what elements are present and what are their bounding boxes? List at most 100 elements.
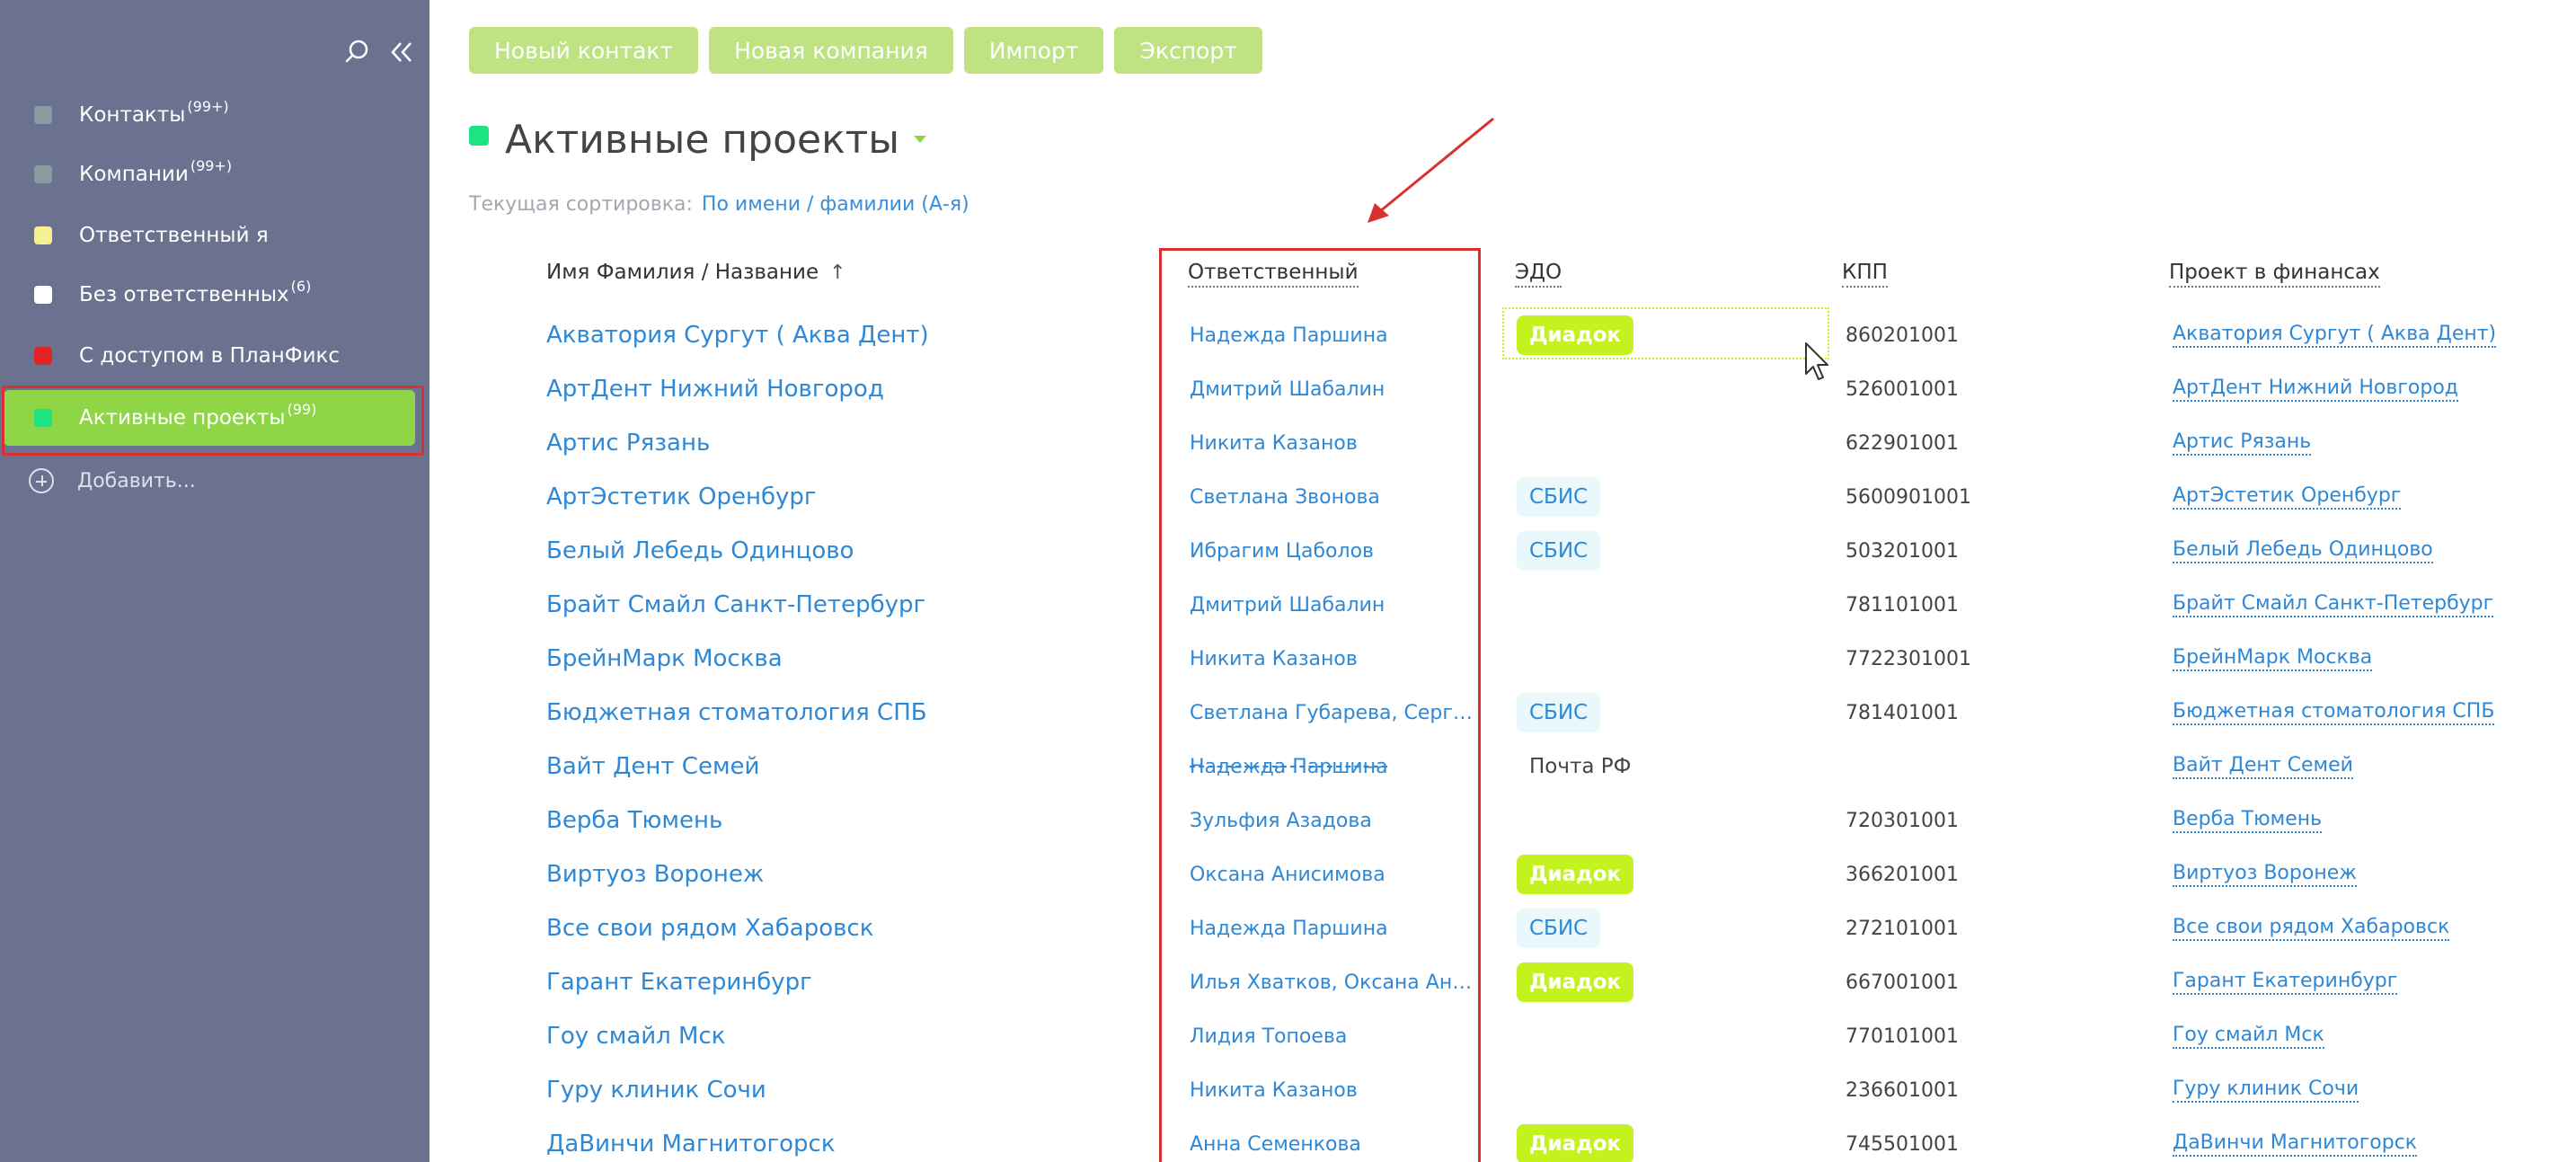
- row-edo: СБИС: [1517, 524, 1601, 578]
- row-kpp: 236601001: [1846, 1078, 1959, 1102]
- row-name-link[interactable]: Гуру клиник Сочи: [546, 1063, 766, 1117]
- sorting-label: Текущая сортировка:: [469, 193, 693, 216]
- row-finance-link[interactable]: Акватория Сургут ( Аква Дент): [2173, 308, 2497, 362]
- sidebar-item-label: Контакты: [79, 103, 186, 127]
- row-finance-link[interactable]: АртЭстетик Оренбург: [2173, 470, 2402, 524]
- row-finance-link[interactable]: БрейнМарк Москва: [2173, 632, 2373, 686]
- sidebar-item-contacts[interactable]: Контакты (99+): [0, 88, 429, 142]
- row-name-link[interactable]: АртЭстетик Оренбург: [546, 470, 817, 524]
- new-contact-button[interactable]: Новый контакт: [469, 27, 699, 74]
- row-edo: Диадок: [1517, 955, 1634, 1009]
- row-kpp: 526001001: [1846, 377, 1959, 401]
- row-finance-link[interactable]: Белый Лебедь Одинцово: [2173, 524, 2433, 578]
- column-header-kpp[interactable]: КПП: [1842, 261, 1888, 288]
- edo-badge: Почта РФ: [1529, 755, 1632, 778]
- column-header-finance[interactable]: Проект в финансах: [2169, 261, 2380, 288]
- row-name-link[interactable]: АртДент Нижний Новгород: [546, 362, 884, 416]
- row-edo: Почта РФ: [1517, 740, 1643, 794]
- filter-color-square: [34, 286, 52, 304]
- row-kpp: 503201001: [1846, 539, 1959, 563]
- row-kpp: 622901001: [1846, 431, 1959, 455]
- row-kpp: 860201001: [1846, 324, 1959, 347]
- sidebar-item-label: Ответственный я: [79, 224, 269, 247]
- row-finance-link[interactable]: ДаВинчи Магнитогорск: [2173, 1117, 2418, 1162]
- current-sorting: Текущая сортировка: По имени / фамилии (А…: [469, 193, 969, 216]
- annotation-arrow-icon: [1368, 117, 1494, 223]
- row-kpp: 667001001: [1846, 971, 1959, 994]
- row-name-link[interactable]: БрейнМарк Москва: [546, 632, 783, 686]
- row-kpp: 781401001: [1846, 701, 1959, 724]
- sort-arrow-up-icon: ↑: [829, 262, 846, 284]
- row-name-link[interactable]: Гарант Екатеринбург: [546, 955, 812, 1009]
- row-name-link[interactable]: Гоу смайл Мск: [546, 1009, 725, 1063]
- row-name-link[interactable]: Белый Лебедь Одинцово: [546, 524, 854, 578]
- row-finance-link[interactable]: Виртуоз Воронеж: [2173, 847, 2358, 901]
- row-edo: СБИС: [1517, 686, 1601, 740]
- row-name-link[interactable]: Акватория Сургут ( Аква Дент): [546, 308, 929, 362]
- edo-badge: СБИС: [1517, 693, 1601, 732]
- row-name-link[interactable]: ДаВинчи Магнитогорск: [546, 1117, 836, 1162]
- filter-color-square: [34, 165, 52, 183]
- row-edo: СБИС: [1517, 470, 1601, 524]
- edo-badge: Диадок: [1517, 962, 1634, 1002]
- row-finance-link[interactable]: Гуру клиник Сочи: [2173, 1063, 2359, 1117]
- row-edo: Диадок: [1517, 847, 1634, 901]
- search-icon[interactable]: [343, 38, 372, 67]
- edo-badge: СБИС: [1517, 477, 1601, 517]
- row-kpp: 781101001: [1846, 593, 1959, 616]
- sidebar-item-label: Компании: [79, 163, 189, 186]
- row-name-link[interactable]: Брайт Смайл Санкт-Петербург: [546, 578, 925, 632]
- row-kpp: 5600901001: [1846, 485, 1971, 509]
- new-company-button[interactable]: Новая компания: [709, 27, 953, 74]
- row-name-link[interactable]: Артис Рязань: [546, 416, 710, 470]
- row-name-link[interactable]: Верба Тюмень: [546, 794, 722, 847]
- row-kpp: 720301001: [1846, 809, 1959, 832]
- sidebar-item-companies[interactable]: Компании (99+): [0, 147, 429, 201]
- row-finance-link[interactable]: Вайт Дент Семей: [2173, 740, 2353, 794]
- sorting-value-link[interactable]: По имени / фамилии (А-я): [702, 193, 969, 216]
- row-finance-link[interactable]: Все свои рядом Хабаровск: [2173, 901, 2450, 955]
- row-finance-link[interactable]: Верба Тюмень: [2173, 794, 2323, 847]
- toolbar: Новый контакт Новая компания Импорт Эксп…: [469, 27, 1262, 74]
- highlight-box-responsible-column: [1159, 248, 1481, 1162]
- filter-color-square: [469, 126, 489, 146]
- edo-badge: СБИС: [1517, 909, 1601, 948]
- edo-badge: СБИС: [1517, 531, 1601, 571]
- row-kpp: 272101001: [1846, 917, 1959, 940]
- column-header-edo[interactable]: ЭДО: [1515, 261, 1562, 288]
- sidebar-item-responsible-me[interactable]: Ответственный я: [0, 208, 429, 262]
- row-finance-link[interactable]: Гоу смайл Мск: [2173, 1009, 2324, 1063]
- row-kpp: 745501001: [1846, 1132, 1959, 1156]
- chevron-down-icon[interactable]: [914, 136, 927, 143]
- sidebar-tools: [343, 34, 415, 70]
- export-button[interactable]: Экспорт: [1114, 27, 1262, 74]
- page-heading: Активные проекты: [469, 108, 927, 171]
- row-name-link[interactable]: Бюджетная стоматология СПБ: [546, 686, 927, 740]
- page-title: Активные проекты: [505, 116, 900, 163]
- edo-badge: Диадок: [1517, 855, 1634, 894]
- row-kpp: 7722301001: [1846, 647, 1971, 670]
- row-edo: Диадок: [1517, 1117, 1634, 1162]
- import-button[interactable]: Импорт: [963, 27, 1104, 74]
- column-header-label: Имя Фамилия / Название: [546, 261, 819, 284]
- collapse-sidebar-icon[interactable]: [388, 39, 415, 66]
- row-name-link[interactable]: Все свои рядом Хабаровск: [546, 901, 873, 955]
- row-finance-link[interactable]: АртДент Нижний Новгород: [2173, 362, 2459, 416]
- sidebar-item-count: (99+): [190, 156, 233, 174]
- edo-cell-focus-outline: [1502, 307, 1829, 359]
- row-finance-link[interactable]: Гарант Екатеринбург: [2173, 955, 2398, 1009]
- column-header-label: КПП: [1842, 261, 1888, 288]
- filter-color-square: [34, 226, 52, 244]
- row-finance-link[interactable]: Брайт Смайл Санкт-Петербург: [2173, 578, 2494, 632]
- column-header-label: ЭДО: [1515, 261, 1562, 288]
- row-edo: СБИС: [1517, 901, 1601, 955]
- column-header-label: Проект в финансах: [2169, 261, 2380, 288]
- sidebar-item-count: (99+): [187, 97, 229, 115]
- row-kpp: 770101001: [1846, 1025, 1959, 1048]
- row-name-link[interactable]: Вайт Дент Семей: [546, 740, 759, 794]
- sidebar-item-label: Без ответственных: [79, 283, 289, 306]
- row-finance-link[interactable]: Артис Рязань: [2173, 416, 2312, 470]
- column-header-name[interactable]: Имя Фамилия / Название ↑: [546, 261, 846, 284]
- row-finance-link[interactable]: Бюджетная стоматология СПБ: [2173, 686, 2495, 740]
- row-name-link[interactable]: Виртуоз Воронеж: [546, 847, 764, 901]
